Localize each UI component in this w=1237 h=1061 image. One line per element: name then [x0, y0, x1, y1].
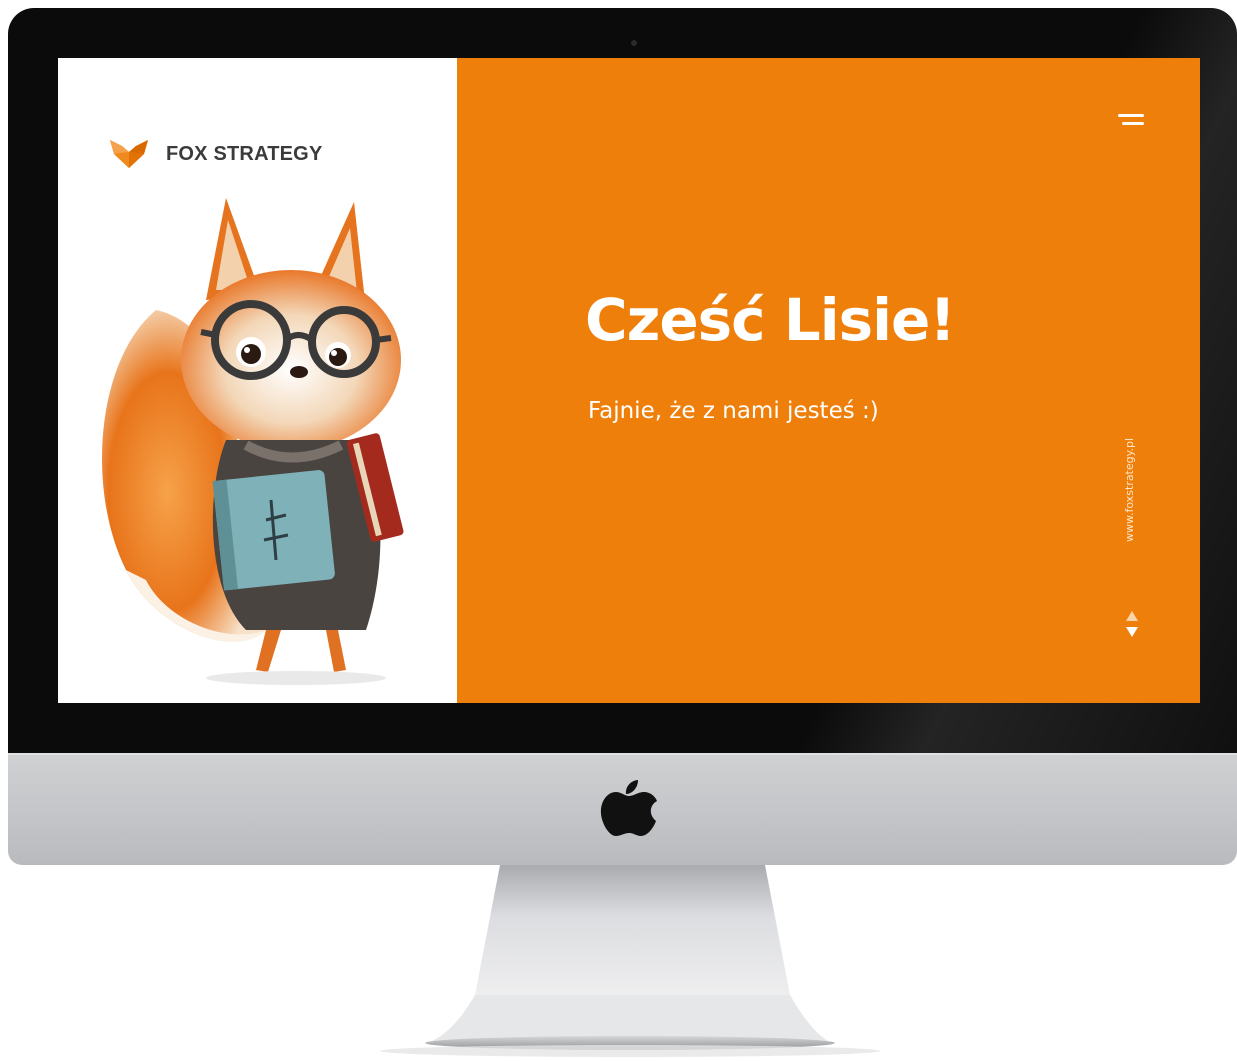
website-screen: FOX STRATEGY Cześć Lisie! Fajnie, że z n…: [58, 58, 1200, 703]
website-link[interactable]: www.foxstrategy.pl: [1123, 438, 1136, 542]
brand[interactable]: FOX STRATEGY: [108, 138, 322, 170]
hamburger-menu-icon: [1118, 114, 1144, 117]
camera: [631, 40, 637, 46]
menu-button[interactable]: [1100, 110, 1144, 134]
apple-logo-icon: [600, 780, 657, 836]
hero-title: Cześć Lisie!: [585, 286, 956, 354]
hero-subtitle: Fajnie, że z nami jesteś :): [588, 398, 879, 424]
fox-logo-icon: [110, 140, 148, 168]
up-down-arrows-icon[interactable]: [1125, 609, 1139, 639]
left-panel: FOX STRATEGY: [58, 58, 457, 703]
fox-mascot-illustration: [102, 198, 404, 685]
hero-panel: Cześć Lisie! Fajnie, że z nami jesteś :)…: [457, 58, 1200, 703]
brand-name: FOX STRATEGY: [166, 142, 323, 165]
monitor-stand: [380, 865, 880, 1057]
hamburger-menu-icon-line: [1122, 122, 1144, 125]
